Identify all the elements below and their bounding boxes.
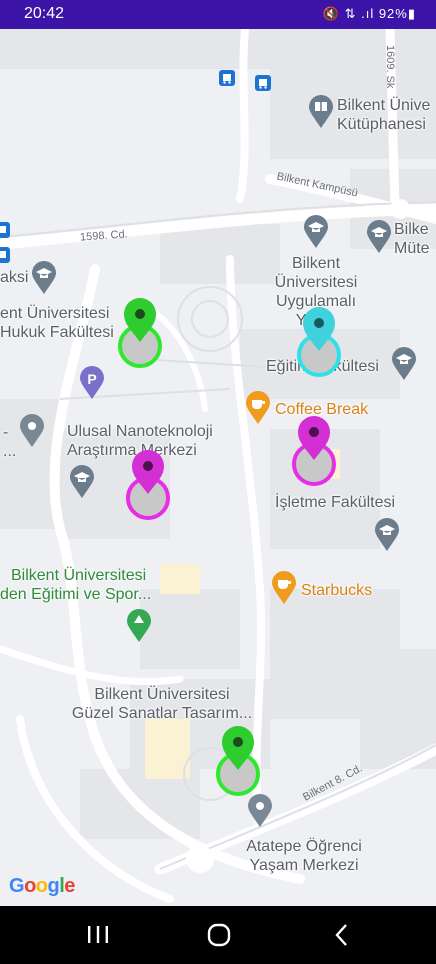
school-pin-icon[interactable] — [69, 465, 95, 499]
marker-green-top[interactable] — [117, 294, 165, 370]
status-bar: 20:42 🔇 ⇅ .ıl 92%▮ — [0, 0, 436, 29]
library-pin-icon[interactable] — [308, 95, 334, 129]
map-view[interactable]: 1609. Sk Bilkent Kampüsü 1598. Cd. Bilke… — [0, 29, 436, 906]
place-label-bilkent-mu[interactable]: Bilke Müte — [394, 220, 430, 258]
road-label-1609: 1609. Sk — [384, 45, 396, 89]
marker-cyan[interactable] — [296, 305, 344, 381]
svg-text:P: P — [87, 371, 96, 387]
parking-pin-icon[interactable]: P — [79, 366, 105, 400]
school-pin-icon[interactable] — [374, 518, 400, 552]
place-label-aksi[interactable]: aksi — [0, 268, 28, 287]
school-pin-icon[interactable] — [303, 215, 329, 249]
home-icon[interactable] — [199, 920, 239, 950]
place-label-dash[interactable]: - ... — [3, 423, 16, 461]
place-label-law-faculty[interactable]: ent Üniversitesi Hukuk Fakültesi — [0, 304, 114, 342]
place-pin-icon[interactable] — [19, 414, 45, 448]
google-logo: Google — [9, 875, 75, 897]
place-label-sports[interactable]: Bilkent Üniversitesi den Eğitimi ve Spor… — [0, 566, 151, 604]
bus-stop-icon[interactable] — [0, 222, 10, 238]
place-label-library[interactable]: Bilkent Ünive Kütüphanesi — [337, 96, 430, 134]
place-label-starbucks[interactable]: Starbucks — [301, 581, 372, 600]
back-icon[interactable] — [322, 920, 362, 950]
recents-icon[interactable] — [78, 920, 118, 950]
park-pin-icon[interactable] — [126, 609, 152, 643]
marker-magenta-left[interactable] — [124, 447, 172, 523]
cafe-pin-icon[interactable] — [245, 391, 271, 425]
navigation-bar — [0, 906, 436, 964]
marker-green-bottom[interactable] — [215, 723, 263, 799]
place-label-business-faculty[interactable]: İşletme Fakültesi — [275, 493, 395, 512]
cafe-pin-icon[interactable] — [271, 571, 297, 605]
place-pin-icon[interactable] — [247, 794, 273, 828]
place-label-atatepe[interactable]: Atatepe Öğrenci Yaşam Merkezi — [236, 837, 372, 875]
status-icons: 🔇 ⇅ .ıl 92%▮ — [322, 6, 416, 21]
school-pin-icon[interactable] — [31, 261, 57, 295]
bus-stop-icon[interactable] — [0, 247, 10, 263]
bus-stop-icon[interactable] — [219, 70, 235, 86]
school-pin-icon[interactable] — [391, 347, 417, 381]
bus-stop-icon[interactable] — [255, 75, 271, 91]
place-label-fine-arts[interactable]: Bilkent Üniversitesi Güzel Sanatlar Tasa… — [52, 685, 272, 723]
marker-magenta-right[interactable] — [290, 413, 338, 489]
school-pin-icon[interactable] — [366, 220, 392, 254]
status-time: 20:42 — [24, 5, 65, 22]
